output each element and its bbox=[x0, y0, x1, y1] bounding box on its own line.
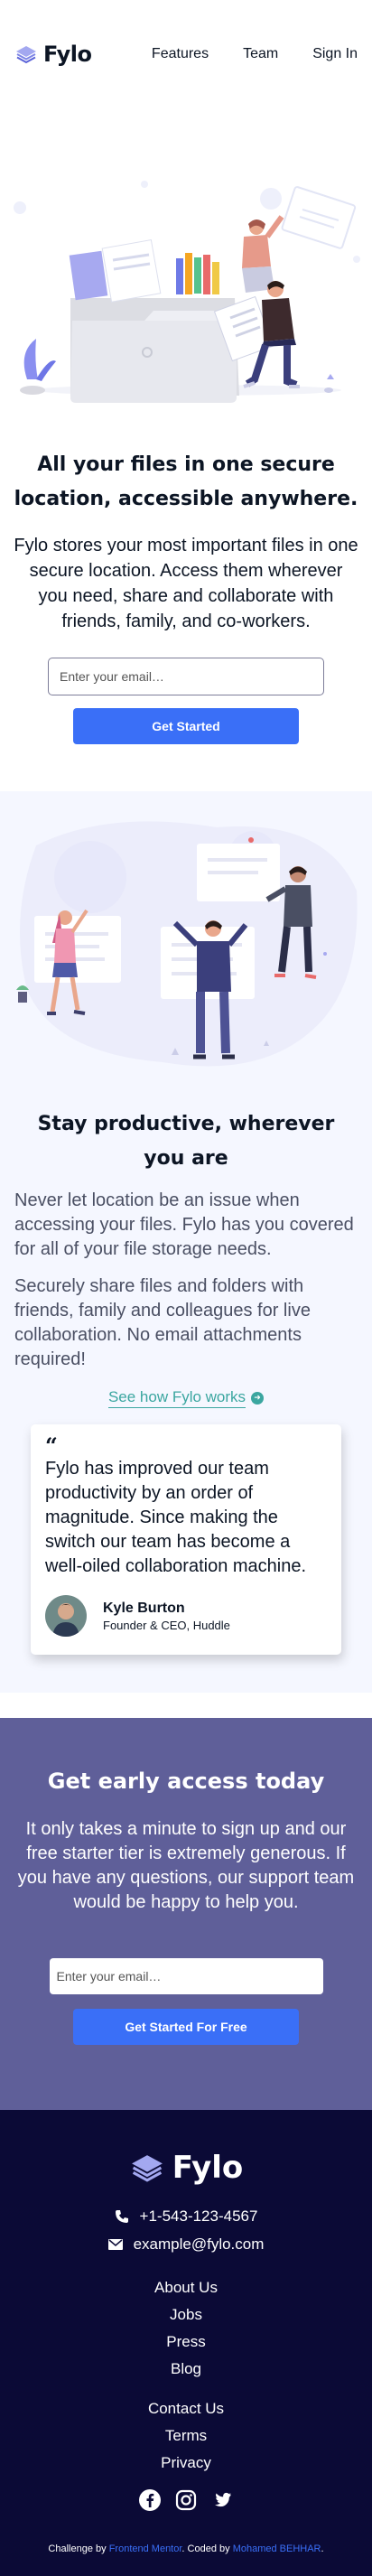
footer-logo[interactable]: Fylo bbox=[14, 2150, 358, 2186]
hero-illustration bbox=[14, 181, 360, 403]
footer-link-blog[interactable]: Blog bbox=[14, 2356, 358, 2383]
footer-logo-text: Fylo bbox=[172, 2150, 244, 2186]
hero-signup-form: Get Started bbox=[48, 658, 324, 744]
early-access-title: Get early access today bbox=[47, 1769, 325, 1794]
envelope-icon bbox=[107, 2238, 123, 2250]
frontend-mentor-link[interactable]: Frontend Mentor bbox=[109, 2543, 182, 2554]
author-name: Kyle Burton bbox=[103, 1600, 185, 1616]
footer-link-about[interactable]: About Us bbox=[14, 2274, 358, 2301]
footer-link-press[interactable]: Press bbox=[14, 2329, 358, 2356]
contact-info: +1-543-123-4567 example@fylo.com bbox=[14, 2202, 358, 2258]
early-email-input[interactable] bbox=[49, 1958, 323, 1994]
testimonial-author: Kyle Burton Founder & CEO, Huddle bbox=[45, 1595, 327, 1637]
page: Fylo Features Team Sign In All your file… bbox=[0, 0, 372, 2576]
hero-body: Fylo stores your most important files in… bbox=[14, 536, 358, 631]
productive-paragraph-1: Never let location be an issue when acce… bbox=[14, 1190, 354, 1259]
author-link[interactable]: Mohamed BEHHAR bbox=[233, 2543, 321, 2554]
site-header: Fylo Features Team Sign In bbox=[0, 0, 372, 108]
early-access-body: It only takes a minute to sign up and ou… bbox=[17, 1819, 355, 1912]
early-access-section: Get early access today It only takes a m… bbox=[0, 1718, 372, 2110]
email-row: example@fylo.com bbox=[14, 2230, 358, 2258]
see-how-link-text: See how Fylo works bbox=[107, 1388, 246, 1405]
twitter-icon[interactable] bbox=[211, 2489, 233, 2511]
footer-link-terms[interactable]: Terms bbox=[14, 2422, 358, 2450]
footer-link-privacy[interactable]: Privacy bbox=[14, 2450, 358, 2477]
nav-team[interactable]: Team bbox=[243, 46, 278, 62]
social-links bbox=[14, 2489, 358, 2511]
get-started-free-button[interactable]: Get Started For Free bbox=[73, 2009, 299, 2045]
logo[interactable]: Fylo bbox=[14, 42, 92, 67]
phone-row: +1-543-123-4567 bbox=[14, 2202, 358, 2230]
attribution: Challenge by Frontend Mentor. Coded by M… bbox=[14, 2543, 358, 2554]
productive-illustration bbox=[16, 821, 358, 1067]
phone-icon bbox=[115, 2209, 128, 2223]
get-started-button[interactable]: Get Started bbox=[73, 708, 299, 744]
credit-prefix: Challenge by bbox=[48, 2543, 109, 2554]
hero-email-input[interactable] bbox=[48, 658, 324, 695]
facebook-icon[interactable] bbox=[139, 2489, 161, 2511]
see-how-container: See how Fylo works ➜ bbox=[0, 1388, 372, 1408]
productive-section: Stay productive, wherever you are Never … bbox=[0, 791, 372, 1693]
productive-title: Stay productive, wherever you are bbox=[37, 1113, 335, 1170]
quote-icon: “ bbox=[45, 1433, 58, 1459]
author-role: Founder & CEO, Huddle bbox=[103, 1618, 230, 1632]
footer-links-2: Contact Us Terms Privacy bbox=[14, 2395, 358, 2477]
footer-link-contact[interactable]: Contact Us bbox=[14, 2395, 358, 2422]
instagram-icon[interactable] bbox=[175, 2489, 197, 2511]
testimonial-quote: Fylo has improved our team productivity … bbox=[45, 1459, 307, 1576]
credit-suffix: . bbox=[321, 2543, 324, 2554]
footer-links-1: About Us Jobs Press Blog bbox=[14, 2274, 358, 2383]
arrow-right-icon[interactable]: ➜ bbox=[251, 1391, 265, 1405]
main-nav: Features Team Sign In bbox=[152, 46, 358, 62]
hero-section: All your files in one secure location, a… bbox=[0, 448, 372, 744]
hero-title: All your files in one secure location, a… bbox=[14, 453, 358, 510]
credit-middle: . Coded by bbox=[181, 2543, 233, 2554]
logo-icon bbox=[16, 46, 36, 64]
site-footer: Fylo +1-543-123-4567 example@fylo.com Ab… bbox=[0, 2110, 372, 2576]
footer-link-jobs[interactable]: Jobs bbox=[14, 2301, 358, 2329]
footer-logo-icon bbox=[131, 2155, 163, 2182]
testimonial-card: “ Fylo has improved our team productivit… bbox=[31, 1424, 341, 1655]
see-how-link[interactable]: See how Fylo works bbox=[107, 1388, 246, 1408]
productive-paragraph-2: Securely share files and folders with fr… bbox=[14, 1276, 311, 1369]
email-address[interactable]: example@fylo.com bbox=[134, 2235, 265, 2254]
nav-sign-in[interactable]: Sign In bbox=[312, 46, 358, 62]
avatar bbox=[45, 1595, 87, 1637]
phone-number[interactable]: +1-543-123-4567 bbox=[140, 2207, 258, 2226]
nav-features[interactable]: Features bbox=[152, 46, 209, 62]
logo-text: Fylo bbox=[43, 42, 92, 67]
